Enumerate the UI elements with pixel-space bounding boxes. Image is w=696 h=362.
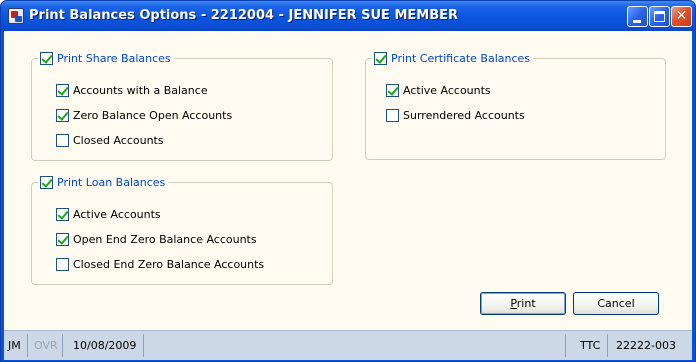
status-separator — [565, 334, 566, 357]
minimize-button[interactable] — [627, 6, 648, 27]
share-option-zero-balance-open-checkbox[interactable] — [56, 109, 69, 122]
loan-option-closed-end-zero-label: Closed End Zero Balance Accounts — [73, 258, 265, 271]
cancel-button[interactable]: Cancel — [573, 292, 659, 315]
status-separator — [143, 334, 144, 357]
share-option-with-balance-checkbox[interactable] — [56, 84, 69, 97]
loan-balances-checkbox[interactable] — [40, 176, 53, 189]
share-balances-toggle[interactable]: Print Share Balances — [38, 51, 174, 66]
certificate-balances-toggle[interactable]: Print Certificate Balances — [372, 51, 534, 66]
close-icon: ✕ — [675, 8, 688, 24]
loan-option-open-end-zero-checkbox[interactable] — [56, 233, 69, 246]
certificate-option-active-checkbox[interactable] — [386, 84, 399, 97]
print-balances-window: Print Balances Options - 2212004 - JENNI… — [0, 0, 696, 362]
certificate-option-active[interactable]: Active Accounts — [386, 83, 491, 98]
status-ttc: TTC — [580, 339, 601, 352]
certificate-balances-group: Print Certificate Balances Active Accoun… — [365, 51, 666, 160]
status-separator — [62, 334, 63, 357]
share-option-zero-balance-open-label: Zero Balance Open Accounts — [73, 109, 233, 122]
loan-option-active-checkbox[interactable] — [56, 208, 69, 221]
loan-option-active[interactable]: Active Accounts — [56, 207, 161, 222]
print-button[interactable]: Print — [480, 292, 566, 315]
title-bar[interactable]: Print Balances Options - 2212004 - JENNI… — [1, 1, 695, 31]
window-title: Print Balances Options - 2212004 - JENNI… — [29, 8, 458, 23]
loan-balances-toggle[interactable]: Print Loan Balances — [38, 175, 169, 190]
maximize-icon — [654, 11, 665, 22]
close-button[interactable]: ✕ — [671, 6, 692, 27]
loan-option-closed-end-zero-checkbox[interactable] — [56, 258, 69, 271]
certificate-option-active-label: Active Accounts — [403, 84, 491, 97]
status-code: 22222-003 — [616, 339, 676, 352]
share-balances-group: Print Share Balances Accounts with a Bal… — [31, 51, 333, 161]
dialog-body: Print Share Balances Accounts with a Bal… — [4, 31, 692, 330]
cancel-button-label: Cancel — [597, 297, 635, 310]
share-option-zero-balance-open[interactable]: Zero Balance Open Accounts — [56, 108, 232, 123]
share-balances-label: Print Share Balances — [57, 52, 171, 65]
loan-option-closed-end-zero[interactable]: Closed End Zero Balance Accounts — [56, 257, 264, 272]
certificate-option-surrendered-label: Surrendered Accounts — [403, 109, 525, 122]
status-ovr: OVR — [34, 339, 58, 352]
status-user: JM — [8, 339, 21, 352]
share-option-with-balance[interactable]: Accounts with a Balance — [56, 83, 208, 98]
app-icon[interactable] — [8, 8, 24, 24]
certificate-option-surrendered[interactable]: Surrendered Accounts — [386, 108, 525, 123]
status-separator — [27, 334, 28, 357]
minimize-icon — [633, 20, 641, 23]
loan-balances-group: Print Loan Balances Active Accounts Open… — [31, 175, 333, 285]
status-bar: JM OVR 10/08/2009 TTC 22222-003 — [4, 330, 692, 360]
share-option-closed-label: Closed Accounts — [73, 134, 164, 147]
print-button-label: rint — [516, 297, 536, 310]
share-balances-checkbox[interactable] — [40, 52, 53, 65]
loan-balances-label: Print Loan Balances — [57, 176, 166, 189]
share-option-closed-checkbox[interactable] — [56, 134, 69, 147]
share-option-with-balance-label: Accounts with a Balance — [73, 84, 208, 97]
certificate-balances-checkbox[interactable] — [374, 52, 387, 65]
certificate-option-surrendered-checkbox[interactable] — [386, 109, 399, 122]
status-separator — [607, 334, 608, 357]
loan-option-active-label: Active Accounts — [73, 208, 161, 221]
loan-option-open-end-zero[interactable]: Open End Zero Balance Accounts — [56, 232, 257, 247]
share-option-closed[interactable]: Closed Accounts — [56, 133, 164, 148]
maximize-button[interactable] — [649, 6, 670, 27]
certificate-balances-label: Print Certificate Balances — [391, 52, 531, 65]
loan-option-open-end-zero-label: Open End Zero Balance Accounts — [73, 233, 257, 246]
status-date: 10/08/2009 — [73, 339, 137, 352]
